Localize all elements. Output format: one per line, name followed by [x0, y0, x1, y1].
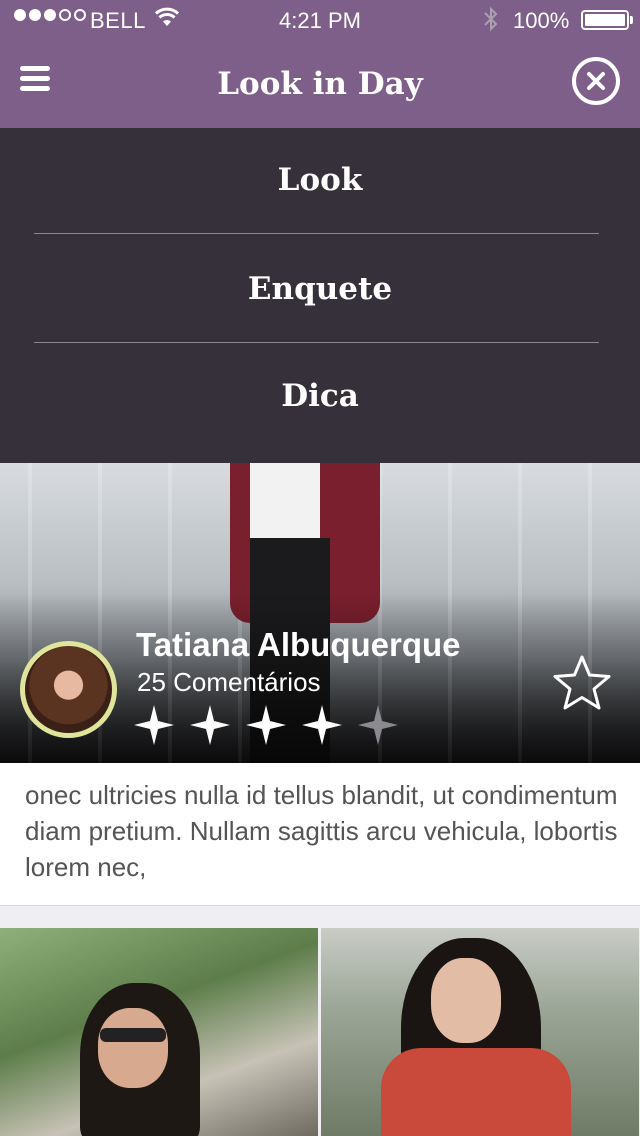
menu-item-dica[interactable]: Dica — [0, 378, 640, 414]
dropdown-menu: Look Enquete Dica — [0, 128, 640, 463]
favorite-button[interactable] — [551, 653, 613, 718]
sunglasses — [100, 1028, 166, 1042]
rating-star-icon — [134, 705, 174, 745]
menu-item-look[interactable]: Look — [0, 162, 640, 198]
close-button[interactable] — [572, 57, 620, 105]
bluetooth-icon — [482, 6, 500, 38]
battery-percent: 100% — [513, 8, 570, 33]
look-thumbnail[interactable] — [0, 928, 318, 1136]
menu-divider — [34, 233, 599, 234]
description-text: onec ultricies nulla id tellus blandit, … — [25, 780, 618, 882]
page-title: Look in Day — [217, 66, 423, 102]
top-bar: BELL 4:21 PM 100% Look in Day — [0, 0, 640, 128]
author-avatar[interactable] — [20, 641, 117, 738]
battery-icon — [581, 10, 633, 30]
comment-count[interactable]: 25 Comentários — [137, 667, 321, 698]
rating-star-empty-icon — [358, 705, 398, 745]
rating-star-icon — [246, 705, 286, 745]
rating-stars — [132, 703, 412, 747]
rating-star-icon — [302, 705, 342, 745]
post-description: onec ultricies nulla id tellus blandit, … — [0, 763, 640, 906]
status-bar: BELL 4:21 PM 100% — [0, 0, 640, 40]
star-outline-icon — [553, 655, 611, 710]
menu-item-enquete[interactable]: Enquete — [0, 271, 640, 307]
author-name[interactable]: Tatiana Albuquerque — [136, 626, 461, 664]
look-thumbnail[interactable] — [321, 928, 639, 1136]
close-icon — [587, 72, 605, 90]
menu-divider — [34, 342, 599, 343]
featured-look-photo[interactable]: Tatiana Albuquerque 25 Comentários — [0, 463, 640, 763]
rating-star-icon — [190, 705, 230, 745]
